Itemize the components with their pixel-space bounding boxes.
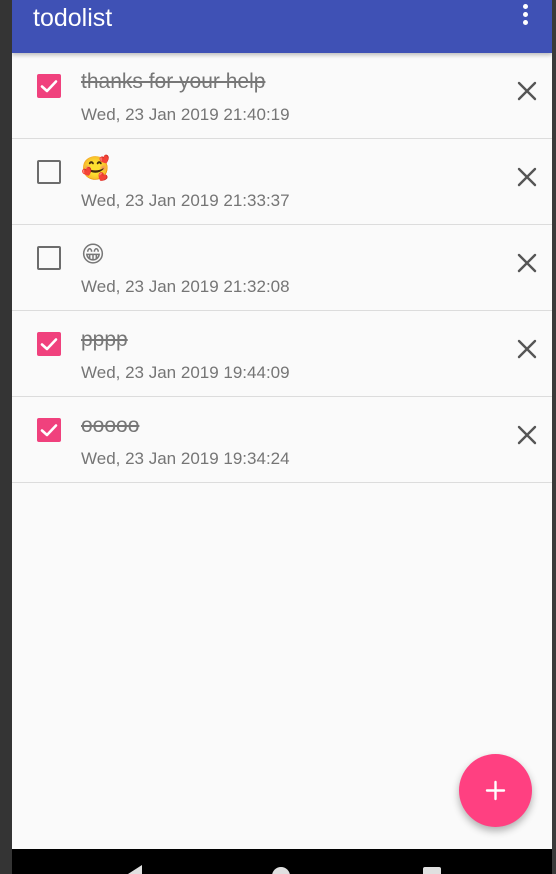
todo-title: 🥰 [81, 155, 110, 181]
back-icon[interactable] [128, 865, 142, 874]
left-bezel [0, 0, 12, 874]
close-icon[interactable] [515, 79, 539, 103]
close-icon[interactable] [515, 423, 539, 447]
todo-title: pppp [81, 328, 128, 351]
app-bar: todolist [12, 0, 552, 53]
todo-checkbox[interactable] [37, 246, 61, 270]
todo-item[interactable]: pppp Wed, 23 Jan 2019 19:44:09 [12, 311, 552, 397]
more-vert-icon[interactable] [512, 4, 538, 32]
todo-date: Wed, 23 Jan 2019 19:34:24 [81, 449, 290, 468]
close-icon[interactable] [515, 251, 539, 275]
right-bezel [552, 0, 556, 874]
close-icon[interactable] [515, 337, 539, 361]
todo-date: Wed, 23 Jan 2019 21:32:08 [81, 277, 290, 296]
check-icon [40, 338, 58, 351]
close-icon[interactable] [515, 165, 539, 189]
todo-item[interactable]: ooooo Wed, 23 Jan 2019 19:34:24 [12, 397, 552, 483]
todo-list: thanks for your help Wed, 23 Jan 2019 21… [12, 53, 552, 483]
todo-date: Wed, 23 Jan 2019 19:44:09 [81, 363, 290, 382]
app-title: todolist [33, 4, 113, 32]
home-icon[interactable] [272, 867, 290, 874]
add-todo-button[interactable] [459, 754, 532, 827]
todo-date: Wed, 23 Jan 2019 21:40:19 [81, 105, 290, 124]
system-nav-bar [12, 849, 552, 874]
todo-title: thanks for your help [81, 70, 266, 93]
check-icon [40, 424, 58, 437]
todo-checkbox[interactable] [37, 332, 61, 356]
todo-checkbox[interactable] [37, 160, 61, 184]
recents-icon[interactable] [423, 867, 441, 874]
todo-item[interactable]: thanks for your help Wed, 23 Jan 2019 21… [12, 53, 552, 139]
todo-item[interactable]: 😁 Wed, 23 Jan 2019 21:32:08 [12, 225, 552, 311]
add-icon [485, 780, 506, 801]
check-icon [40, 80, 58, 93]
todo-checkbox[interactable] [37, 74, 61, 98]
todo-title: ooooo [81, 414, 140, 437]
todo-checkbox[interactable] [37, 418, 61, 442]
todo-item[interactable]: 🥰 Wed, 23 Jan 2019 21:33:37 [12, 139, 552, 225]
todo-title: 😁 [81, 241, 105, 267]
app-screen: todolist thanks for your help Wed, 23 Ja… [12, 0, 552, 849]
todo-date: Wed, 23 Jan 2019 21:33:37 [81, 191, 290, 210]
device-frame: todolist thanks for your help Wed, 23 Ja… [0, 0, 556, 874]
